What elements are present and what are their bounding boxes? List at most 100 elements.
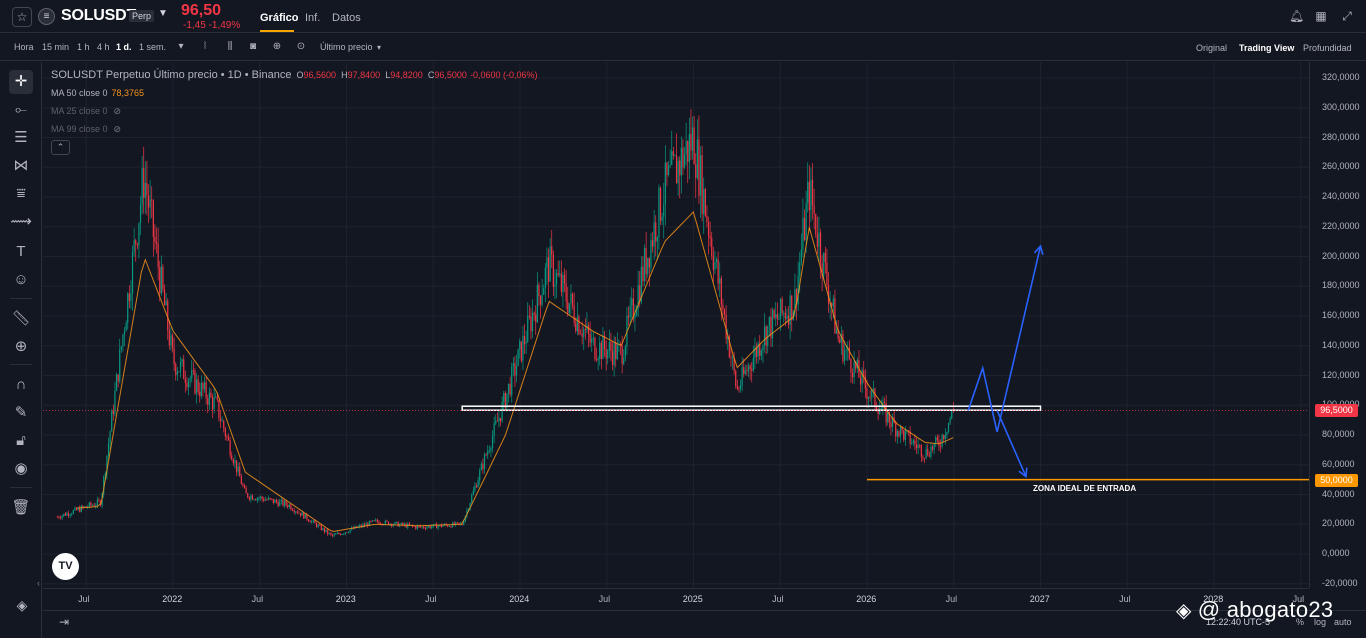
candle-body [903, 430, 905, 440]
bell-icon[interactable]: 🔔︎ [1289, 9, 1304, 23]
candle-body [848, 347, 850, 360]
view-profundidad[interactable]: Profundidad [1303, 43, 1352, 53]
timeframe-1d[interactable]: 1 d. [116, 42, 132, 52]
pencil-lock-icon[interactable]: ✎ [9, 401, 33, 425]
layout-grid-icon[interactable]: ▦ [1314, 9, 1328, 23]
indicators-icon[interactable]: ⫼ [224, 41, 236, 53]
candle-body [88, 502, 90, 507]
magnet-icon[interactable]: ∩ [9, 373, 33, 397]
price-type-caret-icon[interactable]: ▾ [373, 42, 385, 54]
collapse-legend-icon[interactable]: ⌃ [51, 140, 70, 155]
trash-icon[interactable]: 🗑︎ [9, 496, 33, 520]
plus-circle-icon[interactable]: ⊕ [271, 41, 283, 53]
horizontal-lines-icon[interactable]: ☰ [9, 126, 33, 150]
view-original[interactable]: Original [1196, 43, 1227, 53]
candle-body [195, 379, 198, 394]
layers-icon[interactable]: ◈ [12, 597, 32, 617]
tab-info[interactable]: Inf. [305, 12, 320, 24]
candle-body [760, 350, 762, 356]
zone-label: ZONA IDEAL DE ENTRADA [1033, 484, 1137, 493]
current-price-tag: 96,5000 [1315, 404, 1358, 418]
timeframe-15min[interactable]: 15 min [42, 42, 69, 52]
trend-line-icon[interactable]: ⟜ [9, 98, 33, 122]
candle-body [395, 521, 398, 523]
candle-body [269, 497, 271, 499]
candle-body [768, 317, 770, 327]
auto-toggle[interactable]: auto [1334, 617, 1352, 627]
candle-body [515, 365, 518, 376]
symbol-name[interactable]: SOLUSDT [61, 7, 136, 25]
replay-icon[interactable]: ⇥ [56, 615, 72, 631]
candle-body [565, 283, 567, 302]
candle-body [503, 393, 505, 403]
chart-type-icon[interactable]: ⦚ [199, 41, 211, 53]
candle-body [122, 334, 124, 347]
hidden-eye-icon[interactable]: ⊘ [114, 106, 122, 117]
candle-body [248, 497, 250, 500]
expand-icon[interactable]: ⤢ [1340, 9, 1354, 23]
ma50-legend[interactable]: MA 50 close 0 78,3765 [51, 88, 144, 98]
timeframe-1sem[interactable]: 1 sem. [139, 42, 166, 52]
chart-grid [43, 62, 1309, 588]
candle-body [904, 430, 906, 440]
candle-body [736, 385, 738, 389]
candle-body [735, 370, 737, 386]
candle-body [330, 532, 332, 535]
candle-body [275, 499, 278, 503]
view-trading-view[interactable]: Trading View [1239, 43, 1294, 53]
ma25-legend[interactable]: MA 25 close 0 ⊘ [51, 106, 121, 117]
candle-body [307, 519, 310, 522]
ma99-legend[interactable]: MA 99 close 0 ⊘ [51, 124, 121, 135]
camera-icon[interactable]: ◙ [247, 41, 259, 53]
candle-body [293, 510, 295, 513]
candle-body [509, 383, 511, 395]
timeframe-4h[interactable]: 4 h [97, 42, 110, 52]
candle-body [448, 526, 450, 528]
legend-title: SOLUSDT Perpetuo Último precio • 1D • Bi… [51, 69, 292, 81]
candle-body [786, 315, 788, 319]
candle-body [136, 244, 138, 246]
pitchfork-icon[interactable]: ⋈ [9, 154, 33, 178]
timeframe-more-icon[interactable]: ▾ [175, 41, 187, 53]
favorite-star-icon[interactable]: ☆ [12, 7, 32, 27]
timeframe-hora[interactable]: Hora [14, 42, 34, 52]
ruler-icon[interactable]: 📏︎ [9, 307, 33, 331]
pattern-icon[interactable]: ⟿ [9, 210, 33, 234]
candle-body [215, 396, 217, 398]
candle-body [171, 335, 174, 349]
lock-icon[interactable]: 🔓︎ [9, 429, 33, 453]
candle-body [319, 524, 321, 526]
candle-body [863, 370, 865, 376]
scroll-left-icon[interactable]: ‹ [37, 578, 40, 588]
candle-body [317, 524, 319, 527]
candle-body [488, 450, 490, 452]
candle-body [818, 232, 820, 247]
candle-body [659, 187, 662, 221]
symbol-dropdown-icon[interactable]: ▼ [158, 8, 168, 19]
emoji-icon[interactable]: ☺ [9, 268, 33, 292]
time-tick-label: Jul [251, 594, 264, 604]
candle-body [181, 359, 183, 362]
crosshair-icon[interactable]: ✛ [9, 70, 33, 94]
text-icon[interactable]: T [9, 240, 33, 264]
drawing-toolbar: ✛ ⟜ ☰ ⋈ ⩸ ⟿ T ☺ 📏︎ ⊕ ∩ ✎ 🔓︎ ◉ 🗑︎ [0, 62, 42, 638]
price-chart[interactable] [43, 62, 1309, 588]
candles [56, 109, 954, 538]
candle-body [151, 199, 153, 201]
candle-body [528, 315, 530, 317]
eye-icon[interactable]: ◉ [9, 457, 33, 481]
candle-body [79, 507, 81, 512]
candle-body [155, 242, 158, 244]
timeframe-1h[interactable]: 1 h [77, 42, 90, 52]
tab-datos[interactable]: Datos [332, 12, 361, 24]
settings-icon[interactable]: ⊙ [295, 41, 307, 53]
candle-body [63, 513, 65, 516]
candle-body [231, 455, 233, 460]
candle-body [471, 495, 473, 503]
zoom-in-icon[interactable]: ⊕ [9, 335, 33, 359]
candle-body [520, 341, 522, 361]
fib-retracement-icon[interactable]: ⩸ [9, 182, 33, 206]
price-type-select[interactable]: Último precio [320, 42, 373, 52]
hidden-eye-icon[interactable]: ⊘ [114, 124, 122, 135]
tab-grafico[interactable]: Gráfico [260, 12, 299, 24]
